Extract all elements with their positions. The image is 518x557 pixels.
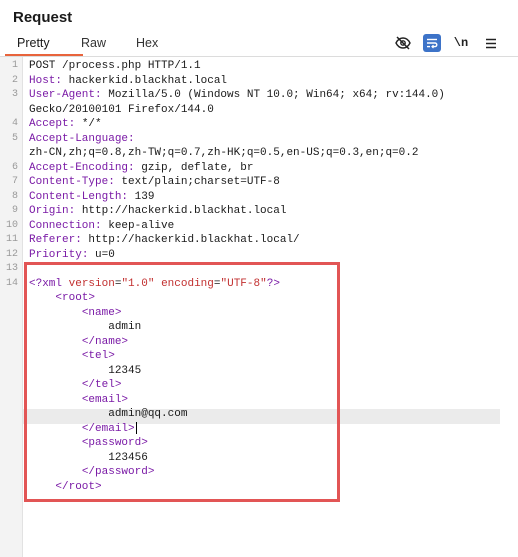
header-separator: : — [128, 132, 142, 145]
code-line: 5 Accept-Language: — [0, 132, 518, 147]
header-name: Content-Type — [29, 176, 109, 188]
code-text: zh-CN,zh;q=0.8,zh-TW;q=0.7,zh-HK;q=0.5,e… — [29, 146, 418, 161]
code-text: Host: hackerkid.blackhat.local — [29, 74, 227, 89]
header-separator: : — [108, 176, 122, 188]
code-line: 4 Accept: */* — [0, 117, 518, 132]
code-text: Origin: http://hackerkid.blackhat.local — [29, 204, 286, 219]
header-name: Connection — [29, 219, 96, 232]
header-name: Host — [29, 74, 56, 87]
header-separator: : — [95, 89, 109, 101]
eye-slash-icon[interactable] — [394, 34, 412, 52]
header-name: Accept-Encoding — [29, 161, 129, 174]
line-number: 12 — [5, 248, 18, 260]
code-line: 1 POST /process.php HTTP/1.1 — [0, 59, 518, 74]
header-separator: : — [128, 161, 142, 174]
line-number: 6 — [11, 161, 18, 173]
panel-title: Request — [13, 9, 73, 26]
header-value: gzip, deflate, br — [141, 161, 254, 174]
line-number: 11 — [5, 234, 18, 245]
header-separator: : — [95, 219, 109, 232]
header-value: zh-CN,zh;q=0.8,zh-TW;q=0.7,zh-HK;q=0.5,e… — [29, 147, 419, 159]
header-separator: : — [81, 248, 96, 261]
header-value: Mozilla/5.0 (Windows NT 10.0; Win64; x64… — [108, 89, 445, 101]
header-value: keep-alive — [108, 219, 175, 232]
header-value: http://hackerkid.blackhat.local/ — [88, 234, 300, 246]
header-separator: : — [75, 234, 89, 246]
code-text: User-Agent: Mozilla/5.0 (Windows NT 10.0… — [29, 88, 445, 103]
code-line: zh-CN,zh;q=0.8,zh-TW;q=0.7,zh-HK;q=0.5,e… — [0, 146, 518, 161]
code-text: Referer: http://hackerkid.blackhat.local… — [29, 233, 300, 248]
code-text: Priority: u=0 — [29, 248, 115, 263]
line-number: 7 — [11, 176, 18, 187]
code-line: 11 Referer: http://hackerkid.blackhat.loc… — [0, 233, 518, 248]
header-value: http://hackerkid.blackhat.local — [81, 205, 287, 217]
line-number: 3 — [11, 89, 18, 100]
code-line: 3 User-Agent: Mozilla/5.0 (Windows NT 10.… — [0, 88, 518, 103]
header-name: Referer — [29, 234, 76, 246]
header-value: */* — [81, 118, 102, 130]
tab-pretty[interactable]: Pretty — [17, 36, 50, 50]
code-line: 8 Content-Length: 139 — [0, 190, 518, 205]
header-value: 139 — [134, 190, 155, 203]
header-value: Gecko/20100101 Firefox/144.0 — [29, 103, 214, 116]
header-value: hackerkid.blackhat.local — [68, 74, 228, 87]
header-separator: : — [68, 205, 82, 217]
header-name: Origin — [29, 205, 69, 217]
code-text: Accept-Encoding: gzip, deflate, br — [29, 161, 253, 176]
tab-hex[interactable]: Hex — [136, 36, 158, 50]
text-wrap-icon[interactable] — [423, 34, 441, 52]
code-line: 9 Origin: http://hackerkid.blackhat.local — [0, 204, 518, 219]
code-line: 7 Content-Type: text/plain;charset=UTF-8 — [0, 175, 518, 190]
header-separator: : — [55, 74, 69, 87]
line-number: 14 — [5, 277, 18, 289]
code-text: Accept-Language: — [29, 132, 141, 147]
code-line: 2 Host: hackerkid.blackhat.local — [0, 74, 518, 89]
code-text: Connection: keep-alive — [29, 219, 174, 234]
line-number: 4 — [11, 118, 18, 129]
code-line: 10 Connection: keep-alive — [0, 219, 518, 234]
request-line: POST /process.php HTTP/1.1 — [29, 60, 201, 72]
header-name: Accept — [29, 118, 69, 130]
line-number: 1 — [11, 60, 18, 71]
header-value: text/plain;charset=UTF-8 — [121, 176, 280, 188]
code-line: 12 Priority: u=0 — [0, 248, 518, 263]
code-text: POST /process.php HTTP/1.1 — [29, 59, 201, 74]
tab-raw[interactable]: Raw — [81, 36, 106, 50]
header-name: Accept-Language — [29, 132, 129, 145]
hamburger-menu-icon[interactable] — [482, 34, 500, 52]
line-number: 10 — [5, 219, 18, 231]
code-text: Accept: */* — [29, 117, 102, 132]
line-number: 8 — [11, 190, 18, 202]
code-text: Content-Type: text/plain;charset=UTF-8 — [29, 175, 280, 190]
code-line: Gecko/20100101 Firefox/144.0 — [0, 103, 518, 118]
line-number: 2 — [11, 74, 18, 86]
line-number: 9 — [11, 205, 18, 216]
line-number: 13 — [5, 263, 18, 274]
header-separator: : — [68, 118, 82, 130]
header-separator: : — [121, 190, 135, 203]
code-text: Content-Length: 139 — [29, 190, 154, 205]
header-value: u=0 — [95, 248, 115, 261]
header-name: Content-Length — [29, 190, 122, 203]
line-number: 5 — [11, 132, 18, 144]
code-text: Gecko/20100101 Firefox/144.0 — [29, 103, 214, 118]
newline-toggle-button[interactable]: \n — [452, 34, 470, 52]
code-line: 6 Accept-Encoding: gzip, deflate, br — [0, 161, 518, 176]
header-name: Priority — [29, 248, 82, 261]
xml-body-highlight-box — [24, 262, 340, 502]
header-name: User-Agent — [29, 89, 96, 101]
